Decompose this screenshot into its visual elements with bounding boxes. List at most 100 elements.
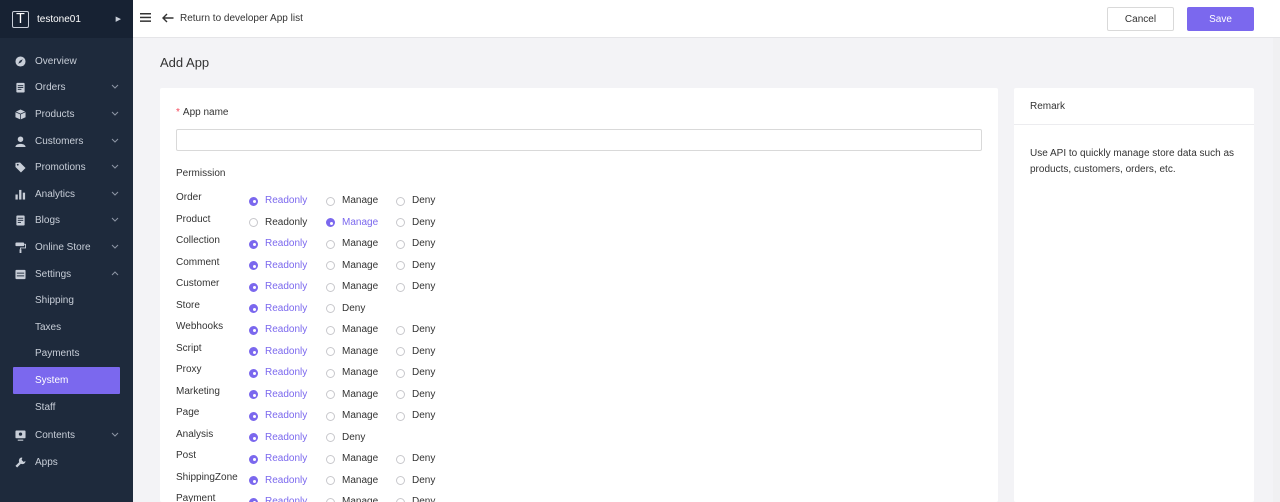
sidebar-item-promotions[interactable]: Promotions	[0, 154, 133, 181]
radio-circle-icon[interactable]	[396, 325, 405, 335]
radio-manage[interactable]: Manage	[326, 410, 378, 422]
sidebar-item-contents[interactable]: Contents	[0, 422, 133, 449]
radio-circle-icon[interactable]	[396, 218, 405, 227]
sidebar-item-online-store[interactable]: Online Store	[0, 234, 133, 261]
radio-circle-icon[interactable]	[326, 325, 335, 335]
radio-manage[interactable]: Manage	[326, 281, 378, 293]
radio-deny[interactable]: Deny	[396, 324, 435, 336]
radio-manage[interactable]: Manage	[326, 195, 378, 207]
sidebar-item-overview[interactable]: Overview	[0, 48, 133, 75]
radio-manage[interactable]: Manage	[326, 496, 378, 502]
back-arrow-icon[interactable]	[162, 11, 174, 26]
sidebar-subitem-system[interactable]: System	[13, 367, 120, 394]
radio-circle-icon[interactable]	[326, 304, 335, 313]
sidebar-item-apps[interactable]: Apps	[0, 449, 133, 476]
radio-deny[interactable]: Deny	[396, 496, 435, 502]
radio-deny[interactable]: Deny	[396, 346, 435, 358]
radio-circle-icon[interactable]	[396, 497, 405, 502]
sidebar-item-products[interactable]: Products	[0, 101, 133, 128]
radio-readonly[interactable]: Readonly	[249, 389, 307, 401]
scrollbar[interactable]	[1273, 38, 1280, 502]
sidebar-subitem-taxes[interactable]: Taxes	[0, 314, 133, 341]
radio-circle-icon[interactable]	[326, 282, 335, 292]
cancel-button[interactable]: Cancel	[1107, 7, 1174, 31]
radio-circle-icon[interactable]	[249, 390, 258, 399]
radio-readonly[interactable]: Readonly	[249, 453, 307, 465]
radio-circle-icon[interactable]	[249, 497, 258, 502]
sidebar-item-customers[interactable]: Customers	[0, 128, 133, 155]
sidebar-subitem-payments[interactable]: Payments	[0, 341, 133, 368]
radio-deny[interactable]: Deny	[326, 303, 365, 315]
radio-circle-icon[interactable]	[326, 347, 335, 356]
radio-circle-icon[interactable]	[249, 282, 258, 292]
radio-manage[interactable]: Manage	[326, 389, 378, 401]
radio-circle-icon[interactable]	[249, 476, 258, 485]
radio-circle-icon[interactable]	[396, 476, 405, 485]
radio-readonly[interactable]: Readonly	[249, 432, 307, 444]
radio-circle-icon[interactable]	[326, 433, 335, 442]
radio-circle-icon[interactable]	[326, 476, 335, 485]
radio-circle-icon[interactable]	[396, 390, 405, 399]
radio-readonly[interactable]: Readonly	[249, 195, 307, 207]
radio-deny[interactable]: Deny	[396, 453, 435, 465]
radio-circle-icon[interactable]	[326, 411, 335, 421]
radio-readonly[interactable]: Readonly	[249, 303, 307, 315]
radio-readonly[interactable]: Readonly	[249, 346, 307, 358]
radio-deny[interactable]: Deny	[396, 238, 435, 250]
radio-circle-icon[interactable]	[326, 196, 335, 206]
radio-readonly[interactable]: Readonly	[249, 496, 307, 502]
radio-circle-icon[interactable]	[249, 239, 258, 249]
save-button[interactable]: Save	[1187, 7, 1254, 31]
radio-circle-icon[interactable]	[396, 454, 405, 464]
radio-deny[interactable]: Deny	[396, 475, 435, 487]
radio-circle-icon[interactable]	[249, 433, 258, 442]
app-name-input[interactable]	[176, 129, 982, 151]
radio-circle-icon[interactable]	[249, 261, 258, 270]
radio-manage[interactable]: Manage	[326, 238, 378, 250]
radio-manage[interactable]: Manage	[326, 367, 378, 379]
sidebar-item-orders[interactable]: Orders	[0, 75, 133, 102]
radio-circle-icon[interactable]	[326, 454, 335, 464]
radio-deny[interactable]: Deny	[396, 217, 435, 229]
radio-circle-icon[interactable]	[396, 196, 405, 206]
radio-circle-icon[interactable]	[249, 304, 258, 313]
radio-circle-icon[interactable]	[396, 411, 405, 421]
store-switcher[interactable]: T testone01 ▶	[0, 0, 133, 38]
radio-deny[interactable]: Deny	[396, 367, 435, 379]
sidebar-item-settings[interactable]: Settings	[0, 261, 133, 288]
radio-deny[interactable]: Deny	[396, 410, 435, 422]
back-link[interactable]: Return to developer App list	[180, 13, 303, 24]
radio-deny[interactable]: Deny	[396, 389, 435, 401]
radio-readonly[interactable]: Readonly	[249, 367, 307, 379]
radio-deny[interactable]: Deny	[396, 281, 435, 293]
sidebar-subitem-shipping[interactable]: Shipping	[0, 287, 133, 314]
radio-circle-icon[interactable]	[326, 261, 335, 270]
radio-manage[interactable]: Manage	[326, 475, 378, 487]
radio-circle-icon[interactable]	[396, 261, 405, 270]
radio-circle-icon[interactable]	[249, 325, 258, 335]
radio-circle-icon[interactable]	[396, 347, 405, 356]
radio-circle-icon[interactable]	[326, 368, 335, 378]
radio-readonly[interactable]: Readonly	[249, 260, 307, 272]
sidebar-subitem-staff[interactable]: Staff	[0, 394, 133, 421]
sidebar-item-blogs[interactable]: Blogs	[0, 208, 133, 235]
radio-circle-icon[interactable]	[326, 239, 335, 249]
radio-circle-icon[interactable]	[326, 218, 335, 227]
radio-readonly[interactable]: Readonly	[249, 217, 307, 229]
radio-circle-icon[interactable]	[396, 282, 405, 292]
radio-circle-icon[interactable]	[249, 454, 258, 464]
radio-circle-icon[interactable]	[249, 218, 258, 227]
radio-readonly[interactable]: Readonly	[249, 410, 307, 422]
radio-readonly[interactable]: Readonly	[249, 238, 307, 250]
hamburger-menu-icon[interactable]	[140, 12, 154, 25]
radio-circle-icon[interactable]	[249, 368, 258, 378]
radio-circle-icon[interactable]	[249, 196, 258, 206]
radio-readonly[interactable]: Readonly	[249, 281, 307, 293]
radio-deny[interactable]: Deny	[396, 260, 435, 272]
radio-deny[interactable]: Deny	[326, 432, 365, 444]
radio-readonly[interactable]: Readonly	[249, 324, 307, 336]
sidebar-item-analytics[interactable]: Analytics	[0, 181, 133, 208]
radio-manage[interactable]: Manage	[326, 260, 378, 272]
radio-readonly[interactable]: Readonly	[249, 475, 307, 487]
radio-circle-icon[interactable]	[326, 390, 335, 399]
